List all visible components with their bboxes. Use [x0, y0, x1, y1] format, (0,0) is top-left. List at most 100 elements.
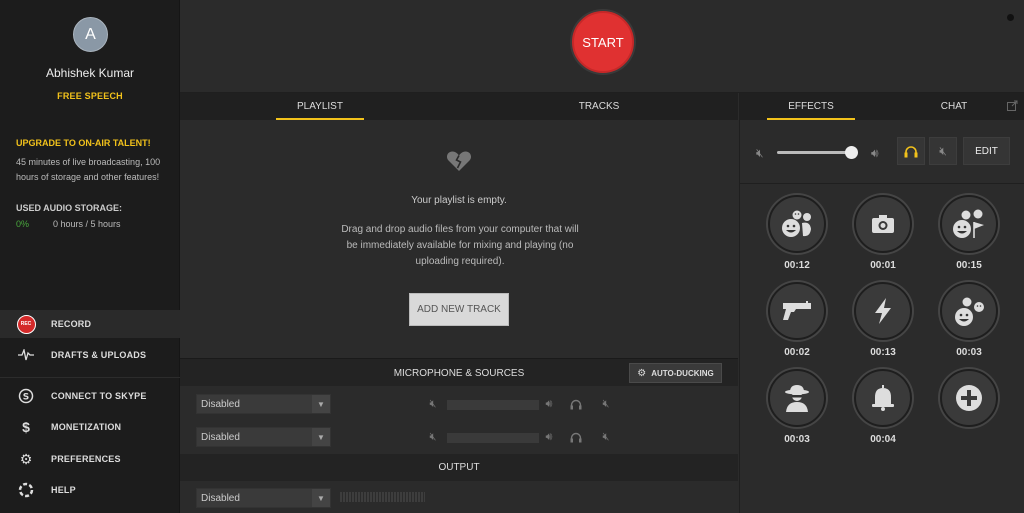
- add-new-track-button[interactable]: ADD NEW TRACK: [409, 293, 509, 326]
- output-select[interactable]: Disabled ▼: [196, 488, 331, 508]
- nav-drafts[interactable]: DRAFTS & UPLOADS: [0, 341, 180, 369]
- playlist-panel: Your playlist is empty. Drag and drop au…: [180, 120, 738, 358]
- tab-tracks[interactable]: TRACKS: [555, 93, 643, 120]
- avatar[interactable]: A: [73, 17, 108, 52]
- bell-icon: [854, 369, 912, 427]
- svg-text:S: S: [23, 393, 29, 403]
- effects-panel: EFFECTS CHAT 🔇︎ 🔊︎ 🔇︎ EDIT 00:12 00:01 0…: [739, 93, 1024, 513]
- nav-monetization[interactable]: $ MONETIZATION: [0, 413, 180, 441]
- mute-icon[interactable]: 🔇︎: [426, 397, 440, 411]
- record-icon: REC: [16, 314, 36, 334]
- mute-toggle-icon[interactable]: 🔇︎: [599, 430, 613, 444]
- effect-duration: 00:03: [784, 434, 810, 445]
- microphone-header: MICROPHONE & SOURCES ⚙ AUTO-DUCKING: [180, 358, 738, 386]
- mute-effects-button[interactable]: 🔇︎: [929, 137, 957, 165]
- dollar-icon: $: [22, 419, 30, 435]
- effect-pad[interactable]: 00:15: [940, 195, 1000, 275]
- mute-toggle-icon[interactable]: 🔇︎: [599, 397, 613, 411]
- source-select-value: Disabled: [201, 431, 240, 443]
- effect-pad[interactable]: 00:03: [940, 282, 1000, 362]
- popout-icon[interactable]: [1007, 100, 1018, 111]
- source-select[interactable]: Disabled ▼: [196, 394, 331, 414]
- headphones-icon: [904, 145, 918, 157]
- lifebuoy-icon: [16, 480, 36, 500]
- mute-icon[interactable]: 🔇︎: [426, 430, 440, 444]
- nav-preferences-label: PREFERENCES: [51, 454, 121, 464]
- speaker-icon[interactable]: 🔊︎: [542, 397, 556, 411]
- headphones-icon[interactable]: [569, 430, 583, 444]
- source-select[interactable]: Disabled ▼: [196, 427, 331, 447]
- output-level-meter: [340, 492, 425, 502]
- nav-drafts-label: DRAFTS & UPLOADS: [51, 350, 147, 360]
- effect-duration: 00:12: [784, 260, 810, 271]
- start-button[interactable]: START: [572, 11, 634, 73]
- volume-meter: [447, 433, 539, 443]
- playlist-empty-text: Drag and drop audio files from your comp…: [341, 224, 579, 267]
- nav-help[interactable]: HELP: [0, 476, 180, 504]
- lightning-icon: [854, 282, 912, 340]
- add-effect-button[interactable]: [940, 369, 1000, 449]
- tab-chat[interactable]: CHAT: [910, 93, 998, 120]
- nav-skype[interactable]: S CONNECT TO SKYPE: [0, 382, 180, 410]
- auto-ducking-button[interactable]: ⚙ AUTO-DUCKING: [629, 363, 722, 383]
- status-dot-icon: [1007, 14, 1014, 21]
- nav-record-label: RECORD: [51, 319, 92, 329]
- effects-tabs: EFFECTS CHAT: [740, 93, 1024, 120]
- source-row: Disabled ▼ 🔇︎ 🔊︎ 🔇︎: [180, 394, 738, 416]
- mute-icon[interactable]: 🔇︎: [756, 146, 764, 161]
- user-name: Abhishek Kumar: [45, 66, 135, 80]
- playlist-tabs: PLAYLIST TRACKS: [180, 93, 738, 120]
- slider-handle[interactable]: [844, 146, 858, 159]
- effect-duration: 00:03: [956, 347, 982, 358]
- upgrade-link[interactable]: UPGRADE TO ON-AIR TALENT!: [16, 138, 151, 148]
- laugh-clap-icon: [768, 195, 826, 253]
- effects-grid: 00:12 00:01 00:15 00:02 00:13 00:03 00:0…: [740, 185, 1024, 513]
- headphones-button[interactable]: [897, 137, 925, 165]
- source-select-value: Disabled: [201, 398, 240, 410]
- playlist-empty-title: Your playlist is empty.: [411, 195, 507, 206]
- chevron-down-icon: ▼: [312, 428, 330, 446]
- storage-title: USED AUDIO STORAGE:: [16, 203, 123, 213]
- gear-icon: ⚙: [637, 367, 647, 379]
- effect-pad[interactable]: 00:02: [768, 282, 828, 362]
- auto-ducking-label: AUTO-DUCKING: [651, 368, 714, 378]
- gear-icon: ⚙: [19, 450, 33, 467]
- app-window: A Abhishek Kumar FREE SPEECH UPGRADE TO …: [0, 0, 1024, 513]
- speaker-icon[interactable]: 🔊︎: [871, 146, 879, 161]
- effect-pad[interactable]: 00:03: [768, 369, 828, 449]
- output-title: OUTPUT: [438, 462, 480, 473]
- effect-duration: 00:13: [870, 347, 896, 358]
- gun-icon: [768, 282, 826, 340]
- add-effect-icon: [940, 369, 998, 427]
- effect-duration: 00:04: [870, 434, 896, 445]
- edit-effects-button[interactable]: EDIT: [963, 137, 1010, 165]
- nav-skype-label: CONNECT TO SKYPE: [51, 391, 147, 401]
- effect-pad[interactable]: 00:13: [854, 282, 914, 362]
- chevron-down-icon: ▼: [312, 395, 330, 413]
- volume-meter: [447, 400, 539, 410]
- effect-pad[interactable]: 00:12: [768, 195, 828, 275]
- storage-value: 0 hours / 5 hours: [53, 219, 121, 229]
- effect-pad[interactable]: 00:04: [854, 369, 914, 449]
- skype-icon: S: [16, 386, 36, 406]
- output-select-value: Disabled: [201, 492, 240, 504]
- tab-effects[interactable]: EFFECTS: [767, 93, 855, 120]
- sources-list: Disabled ▼ 🔇︎ 🔊︎ 🔇︎ Disabled ▼ 🔇︎ 🔊︎ 🔇︎: [180, 386, 738, 454]
- sidebar: A Abhishek Kumar FREE SPEECH UPGRADE TO …: [0, 0, 180, 513]
- nav-record[interactable]: REC RECORD: [0, 310, 180, 338]
- output-panel: Disabled ▼: [180, 481, 738, 513]
- nav-divider: [0, 377, 180, 378]
- output-header: OUTPUT: [180, 454, 738, 481]
- effect-pad[interactable]: 00:01: [854, 195, 914, 275]
- headphones-icon[interactable]: [569, 397, 583, 411]
- effect-duration: 00:02: [784, 347, 810, 358]
- spy-icon: [768, 369, 826, 427]
- tab-playlist[interactable]: PLAYLIST: [276, 93, 364, 120]
- celebrate-icon: [940, 195, 998, 253]
- nav-monetization-label: MONETIZATION: [51, 422, 122, 432]
- waveform-icon: [16, 345, 36, 365]
- plan-name[interactable]: FREE SPEECH: [0, 91, 180, 101]
- nav-preferences[interactable]: ⚙ PREFERENCES: [0, 445, 180, 473]
- effects-controls: 🔇︎ 🔊︎ 🔇︎ EDIT: [740, 120, 1024, 184]
- speaker-icon[interactable]: 🔊︎: [542, 430, 556, 444]
